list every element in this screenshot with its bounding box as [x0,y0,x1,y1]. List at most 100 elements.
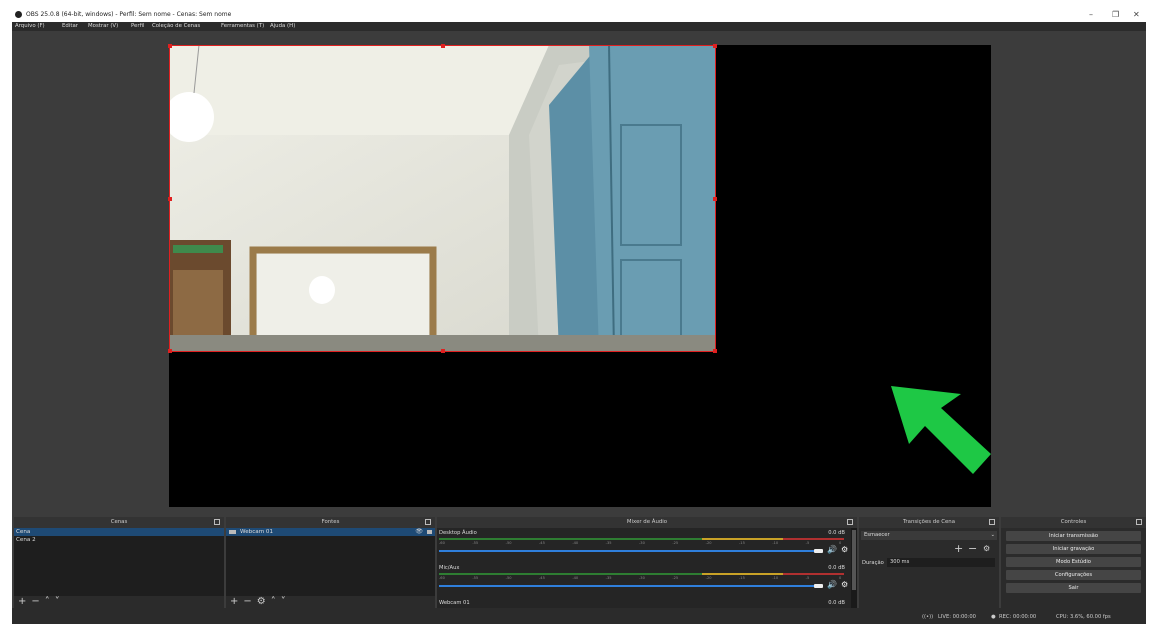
rec-timer: REC: 00:00:00 [999,614,1037,620]
scenes-list[interactable]: Cena Cena 2 [14,528,224,596]
obs-logo-icon [15,11,22,18]
audio-mixer-dock: Mixer de Áudio Desktop Áudio 0.0 dB -60 -… [437,517,857,610]
remove-transition-icon[interactable]: − [968,542,977,555]
duration-value: 300 ms [890,559,910,565]
source-selection-box[interactable] [168,44,717,353]
channel-name: Mic/Aux [439,565,460,571]
channel-name: Webcam 01 [439,600,470,606]
volume-slider[interactable] [439,550,819,552]
window-title: OBS 25.0.8 (64-bit, windows) - Perfil: S… [26,11,232,18]
move-down-icon[interactable]: ˅ [55,596,65,607]
meter-tick-label: -15 [739,576,745,580]
resize-handle-l[interactable] [168,197,172,201]
mixer-scrollbar[interactable] [851,528,857,608]
volume-slider-knob[interactable] [814,584,823,588]
scenes-toolbar: +−˄˅ [14,596,224,608]
restore-icon[interactable]: ❐ [1112,10,1119,19]
float-icon[interactable] [847,519,853,525]
speaker-icon[interactable]: 🔊 [827,545,837,554]
exit-button[interactable]: Sair [1006,583,1141,593]
menu-ajuda[interactable]: Ajuda (H) [270,23,295,29]
live-timer: LIVE: 00:00:00 [938,614,976,620]
camera-icon [229,530,236,534]
move-up-icon[interactable]: ˄ [45,596,55,607]
meter-tick-label: -10 [772,541,779,545]
transition-select[interactable]: Esmaecer ⌄ [861,531,997,540]
mixer-header: Mixer de Áudio [437,517,857,528]
menu-colecao-de-cenas[interactable]: Coleção de Cenas [152,23,200,29]
float-icon[interactable] [425,519,431,525]
preview-canvas[interactable] [168,44,991,507]
add-transition-icon[interactable]: + [954,542,963,555]
source-item-label: Webcam 01 [240,529,274,535]
menu-mostrar[interactable]: Mostrar (V) [88,23,118,29]
speaker-icon[interactable]: 🔊 [827,580,837,589]
source-properties-gear-icon[interactable]: ⚙ [257,596,271,607]
scene-item[interactable]: Cena 2 [14,536,224,544]
controls-dock: Controles Iniciar transmissão Iniciar gr… [1001,517,1146,608]
obs-window: OBS 25.0.8 (64-bit, windows) - Perfil: S… [12,8,1146,624]
meter-tick-label: -45 [539,576,545,580]
menu-perfil[interactable]: Perfil [131,23,144,29]
resize-handle-bl[interactable] [168,349,172,353]
float-icon[interactable] [989,519,995,525]
resize-handle-br[interactable] [713,349,717,353]
meter-tick-label: -30 [639,576,645,580]
controls-title: Controles [1060,519,1087,525]
meter-tick-label: -50 [505,576,512,580]
float-icon[interactable] [214,519,220,525]
menu-editar[interactable]: Editar [62,23,78,29]
transition-selected-value: Esmaecer [864,532,890,538]
move-down-icon[interactable]: ˅ [281,596,291,607]
meter-tick-label: -10 [772,576,779,580]
close-icon[interactable]: ✕ [1133,10,1140,19]
remove-scene-icon[interactable]: − [31,596,44,607]
scene-item[interactable]: Cena [14,528,224,536]
volume-slider-knob[interactable] [814,549,823,553]
mixer-channels: Desktop Áudio 0.0 dB -60 -55 -50 -45 -40 -35 -… [437,528,851,610]
add-scene-icon[interactable]: + [18,596,31,607]
scenes-header: Cenas [14,517,224,528]
meter-tick-label: -35 [605,541,612,545]
meter-scale: -60 -55 -50 -45 -40 -35 -30 -25 -20 -15 -10 -5 0 [439,541,844,545]
start-streaming-button[interactable]: Iniciar transmissão [1006,531,1141,541]
mixer-scrollbar-thumb[interactable] [852,530,856,590]
sources-title: Fontes [321,519,340,525]
menu-arquivo[interactable]: Arquivo (F) [15,23,45,29]
channel-db: 0.0 dB [828,530,845,536]
scenes-title: Cenas [110,519,128,525]
resize-handle-tl[interactable] [168,44,172,48]
audio-meter [439,538,844,540]
channel-gear-icon[interactable]: ⚙ [841,545,848,554]
visibility-eye-icon[interactable]: 👁 [415,528,423,536]
studio-mode-button[interactable]: Modo Estúdio [1006,557,1141,567]
scenes-dock: Cenas Cena Cena 2 +−˄˅ [14,517,224,608]
meter-tick-label: -50 [505,541,512,545]
channel-gear-icon[interactable]: ⚙ [841,580,848,589]
float-icon[interactable] [1136,519,1142,525]
transition-gear-icon[interactable]: ⚙ [983,544,990,553]
settings-button[interactable]: Configurações [1006,570,1141,580]
duration-input[interactable]: 300 ms [887,558,995,567]
remove-source-icon[interactable]: − [243,596,256,607]
title-bar: OBS 25.0.8 (64-bit, windows) - Perfil: S… [12,8,1146,22]
resize-handle-tr[interactable] [713,44,717,48]
status-bar: ((•)) LIVE: 00:00:00 ● REC: 00:00:00 CPU… [12,608,1146,624]
resize-handle-t[interactable] [441,44,445,48]
start-recording-button[interactable]: Iniciar gravação [1006,544,1141,554]
chevron-down-icon: ⌄ [990,532,995,538]
move-up-icon[interactable]: ˄ [271,596,281,607]
volume-slider[interactable] [439,585,819,587]
channel-name: Desktop Áudio [439,530,477,536]
meter-tick-label: -20 [705,541,712,545]
add-source-icon[interactable]: + [230,596,243,607]
meter-tick-label: -45 [539,541,545,545]
source-item[interactable]: Webcam 01 👁 [226,528,435,536]
lock-icon[interactable] [427,530,432,534]
resize-handle-b[interactable] [441,349,445,353]
menu-ferramentas[interactable]: Ferramentas (T) [221,23,264,29]
sources-list[interactable]: Webcam 01 👁 [226,528,435,596]
resize-handle-r[interactable] [713,197,717,201]
meter-tick-label: -40 [572,541,579,545]
minimize-icon[interactable]: – [1089,10,1093,19]
